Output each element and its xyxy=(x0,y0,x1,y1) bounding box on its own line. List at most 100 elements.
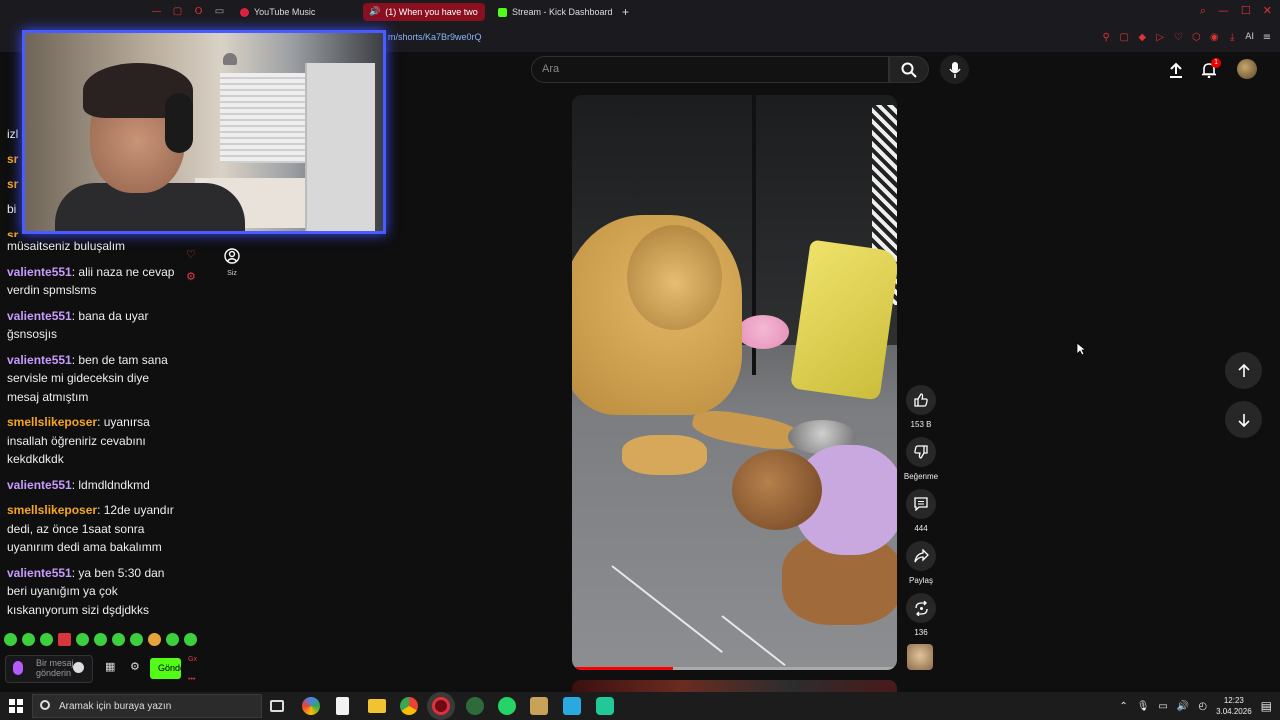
menu-icon[interactable]: ≡ xyxy=(1262,32,1272,43)
chat-emoji-icon[interactable] xyxy=(73,662,84,673)
speaker-icon[interactable]: 🔊 xyxy=(369,7,380,17)
task-view-icon[interactable] xyxy=(270,700,284,712)
chat-username[interactable]: sr xyxy=(7,228,18,237)
tab-youtube-shorts[interactable]: 🔊 (1) When you have two xyxy=(363,3,485,21)
chat-username[interactable]: smellslikeposer xyxy=(7,415,97,429)
notification-center-icon[interactable]: ▤ xyxy=(1261,699,1272,713)
streaming-app-icon[interactable] xyxy=(596,697,614,715)
microphone-tray-icon[interactable]: 🎙 xyxy=(1137,701,1150,712)
emote[interactable] xyxy=(130,633,143,646)
emote[interactable] xyxy=(184,633,197,646)
search-button[interactable] xyxy=(889,56,929,83)
app-icon[interactable] xyxy=(466,697,484,715)
sound-thumbnail[interactable] xyxy=(907,644,933,670)
new-tab-button[interactable]: + xyxy=(616,3,636,21)
chat-username[interactable]: sr xyxy=(7,152,18,166)
tab-kick-dashboard[interactable]: Stream - Kick Dashboard xyxy=(492,3,616,21)
notepad-icon[interactable] xyxy=(336,697,349,715)
maximize-icon[interactable]: ☐ xyxy=(1241,4,1251,18)
emote[interactable] xyxy=(76,633,89,646)
chat-username[interactable]: smellslikeposer xyxy=(7,503,97,517)
close-icon[interactable]: ✕ xyxy=(1263,4,1272,18)
share-button[interactable] xyxy=(906,541,936,571)
dislike-button[interactable] xyxy=(906,437,936,467)
address-url[interactable]: m/shorts/Ka7Br9we0rQ xyxy=(388,32,482,42)
chat-username[interactable]: valiente551 xyxy=(7,566,72,580)
volume-icon[interactable]: 🔊 xyxy=(1177,701,1189,712)
media-player-icon[interactable] xyxy=(530,697,548,715)
copilot-icon[interactable] xyxy=(302,697,320,715)
sidebar-item-you[interactable]: Siz xyxy=(218,248,246,277)
like-button[interactable] xyxy=(906,385,936,415)
emote[interactable] xyxy=(40,633,53,646)
taskbar-search-input[interactable]: Aramak için buraya yazın xyxy=(32,694,262,718)
battery-icon[interactable]: ◴ xyxy=(1198,701,1207,712)
chrome-icon[interactable] xyxy=(400,697,418,715)
next-short-preview[interactable] xyxy=(572,680,897,692)
windows-start-icon[interactable] xyxy=(9,699,23,713)
show-hidden-icons-icon[interactable]: ⌃ xyxy=(1119,701,1127,712)
chat-message: smellslikeposer: 12de uyandır dedi, az ö… xyxy=(0,501,206,557)
chat-send-button[interactable]: Gönder xyxy=(150,658,181,679)
ai-button[interactable]: AI xyxy=(1245,32,1254,43)
remix-button[interactable] xyxy=(906,593,936,623)
search-tabs-icon[interactable]: ⌕ xyxy=(1200,4,1206,18)
heart-icon[interactable]: ♡ xyxy=(1173,32,1183,43)
chat-username[interactable]: valiente551 xyxy=(7,309,72,323)
profile-icon[interactable]: ◉ xyxy=(1209,32,1219,43)
emote[interactable] xyxy=(148,633,161,646)
chat-more-icon[interactable]: ••• xyxy=(188,676,195,683)
chat-counter-label: Gx xyxy=(188,656,197,663)
comment-count: 444 xyxy=(914,524,928,533)
download-icon[interactable]: ⤓ xyxy=(1227,32,1237,43)
opera-icon[interactable]: O xyxy=(192,5,205,18)
chat-gift-icon[interactable]: ▦ xyxy=(105,660,115,673)
emote[interactable] xyxy=(4,633,17,646)
snapshot-icon[interactable]: ▢ xyxy=(1119,32,1129,43)
emote[interactable] xyxy=(112,633,125,646)
minimize-workspace-icon[interactable]: — xyxy=(150,5,163,18)
browser-tab-bar: — ▢ O ▭ YouTube Music 🔊 (1) When you hav… xyxy=(0,0,1280,24)
whatsapp-icon[interactable] xyxy=(498,697,516,715)
extension-icons: ⚲ ▢ ◆ ▷ ♡ ⬡ ◉ ⤓ AI ≡ xyxy=(1101,32,1272,43)
emote[interactable] xyxy=(94,633,107,646)
chat-username[interactable]: valiente551 xyxy=(7,353,72,367)
chat-settings-icon[interactable]: ⚙ xyxy=(186,270,196,283)
download-manager-icon[interactable] xyxy=(563,697,581,715)
voice-search-button[interactable] xyxy=(940,55,969,84)
file-explorer-icon[interactable] xyxy=(368,699,386,713)
minimize-icon[interactable]: — xyxy=(1218,4,1229,18)
tab-menu-icon[interactable]: ▭ xyxy=(213,5,226,18)
shorts-video-player[interactable] xyxy=(572,95,897,670)
extensions-icon[interactable]: ⬡ xyxy=(1191,32,1201,43)
video-pink-bowl xyxy=(737,315,789,349)
account-avatar[interactable] xyxy=(1237,59,1257,79)
upload-button[interactable] xyxy=(1164,58,1188,82)
emote[interactable] xyxy=(22,633,35,646)
search-icon xyxy=(901,62,917,78)
comments-button[interactable] xyxy=(906,489,936,519)
video-progress-bar[interactable] xyxy=(572,667,673,670)
opera-gx-icon[interactable] xyxy=(432,697,450,715)
next-short-button[interactable] xyxy=(1225,401,1262,438)
chat-username[interactable]: valiente551 xyxy=(7,478,72,492)
chat-username[interactable]: sr xyxy=(7,177,18,191)
chat-microphone-icon[interactable] xyxy=(13,661,23,675)
play-icon[interactable]: ▷ xyxy=(1155,32,1165,43)
taskbar-clock[interactable]: 12:23 3.04.2026 xyxy=(1216,695,1252,717)
shield-icon[interactable]: ◆ xyxy=(1137,32,1147,43)
chat-reward-icon[interactable]: ♡ xyxy=(186,248,196,261)
notifications-button[interactable]: 1 xyxy=(1197,58,1221,82)
window-blinds xyxy=(220,73,310,163)
previous-short-button[interactable] xyxy=(1225,352,1262,389)
chat-gear-icon[interactable]: ⚙ xyxy=(130,660,140,673)
emote[interactable] xyxy=(58,633,71,646)
chat-username[interactable]: valiente551 xyxy=(7,265,72,279)
network-icon[interactable]: ▭ xyxy=(1158,701,1167,712)
pin-icon[interactable]: ⚲ xyxy=(1101,32,1111,43)
tab-youtube-music[interactable]: YouTube Music xyxy=(234,3,358,21)
search-input[interactable]: Ara xyxy=(531,56,889,83)
mouse-cursor-icon xyxy=(1076,342,1086,356)
sidebar-icon[interactable]: ▢ xyxy=(171,5,184,18)
emote[interactable] xyxy=(166,633,179,646)
